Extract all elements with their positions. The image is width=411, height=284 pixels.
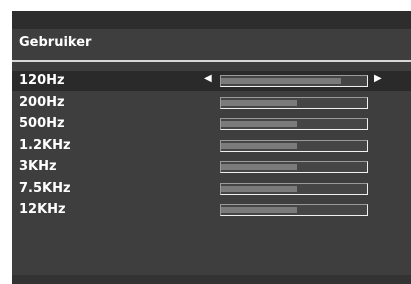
- band-row[interactable]: 12KHz: [12, 200, 411, 220]
- level-slider[interactable]: [220, 96, 368, 109]
- level-fill: [221, 164, 297, 170]
- level-slider[interactable]: [220, 139, 368, 152]
- level-slider[interactable]: [220, 118, 368, 130]
- band-row[interactable]: 3KHz: [12, 157, 411, 177]
- band-label: 12KHz: [19, 202, 66, 217]
- level-fill: [221, 207, 297, 213]
- band-row[interactable]: 120Hz ◀ ▶: [12, 71, 411, 91]
- band-label: 1.2KHz: [19, 137, 71, 153]
- band-label: 3KHz: [19, 159, 57, 174]
- footer-strip: [12, 275, 411, 284]
- level-slider[interactable]: [220, 75, 368, 87]
- band-label: 120Hz: [19, 73, 65, 88]
- band-label: 200Hz: [19, 94, 65, 110]
- equalizer-panel: Gebruiker 120Hz ◀ ▶ 200Hz 500Hz 1.2KHz 3KHz 7.5…: [12, 11, 411, 284]
- level-fill: [221, 78, 341, 84]
- band-row[interactable]: 7.5KHz: [12, 179, 411, 199]
- level-slider[interactable]: [220, 204, 368, 216]
- level-fill: [221, 121, 297, 127]
- level-fill: [221, 142, 297, 149]
- band-label: 500Hz: [19, 116, 65, 131]
- menu-title: Gebruiker: [19, 35, 92, 50]
- band-row[interactable]: 1.2KHz: [12, 136, 411, 156]
- level-fill: [221, 99, 297, 106]
- band-label: 7.5KHz: [19, 180, 71, 196]
- band-row[interactable]: 500Hz: [12, 114, 411, 134]
- level-slider[interactable]: [220, 161, 368, 173]
- level-slider[interactable]: [220, 182, 368, 195]
- band-row[interactable]: 200Hz: [12, 93, 411, 113]
- header-strip: [12, 11, 411, 29]
- title-divider: [12, 60, 411, 62]
- arrow-right-icon[interactable]: ▶: [374, 73, 382, 84]
- level-fill: [221, 185, 297, 192]
- arrow-left-icon[interactable]: ◀: [204, 73, 212, 84]
